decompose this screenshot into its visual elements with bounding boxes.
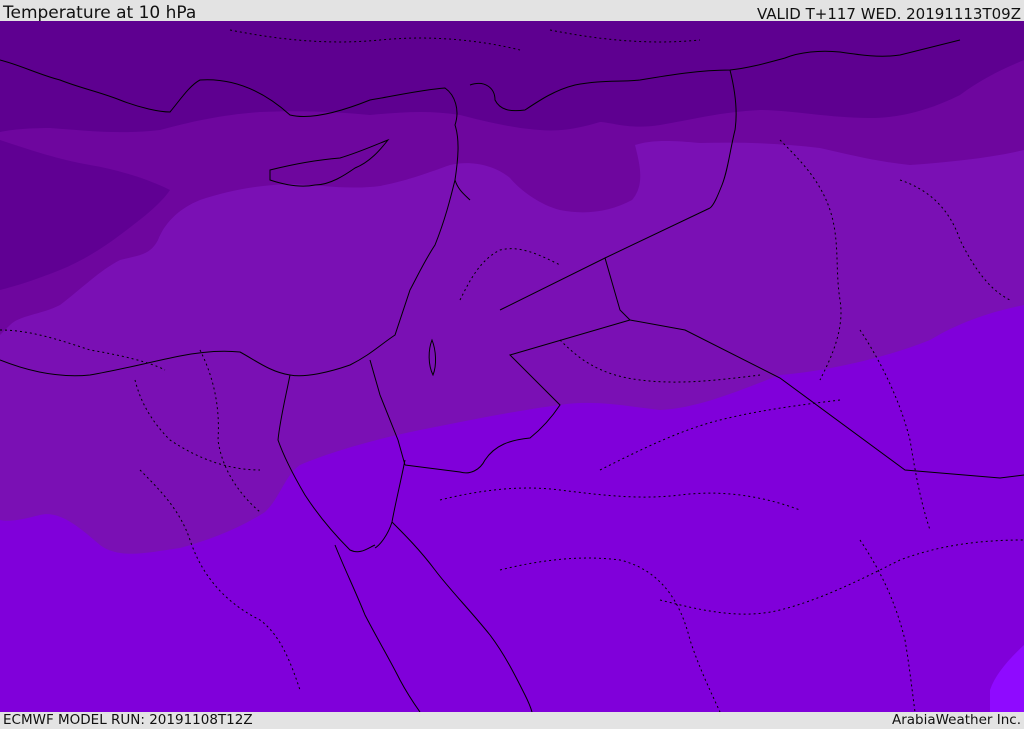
- band-coldest: [0, 21, 1024, 133]
- model-run-label: ECMWF MODEL RUN: 20191108T12Z: [3, 712, 253, 728]
- map-canvas[interactable]: [0, 21, 1024, 712]
- map-title: Temperature at 10 hPa: [3, 3, 197, 23]
- header-bar: Temperature at 10 hPa VALID T+117 WED. 2…: [0, 0, 1024, 23]
- credit-label: ArabiaWeather Inc.: [891, 712, 1021, 728]
- footer-bar: ECMWF MODEL RUN: 20191108T12Z ArabiaWeat…: [0, 712, 1024, 729]
- temperature-map-svg: [0, 21, 1024, 712]
